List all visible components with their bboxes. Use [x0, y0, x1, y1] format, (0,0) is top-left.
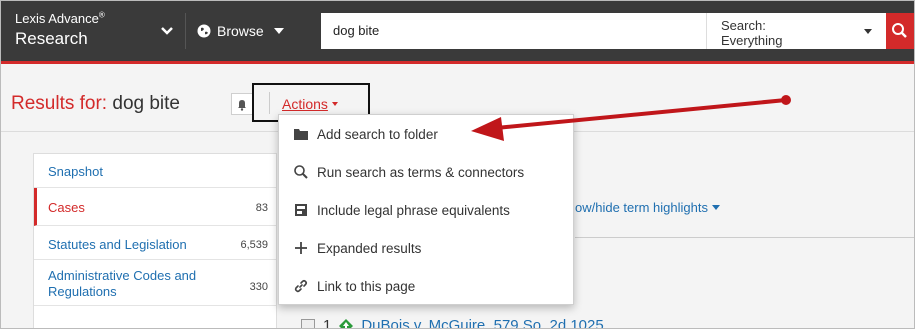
result-title-link[interactable]: DuBois v. McGuire, 579 So. 2d 1025 — [361, 317, 603, 328]
search-scope-value: Everything — [721, 33, 783, 48]
sidebar-item-count: 83 — [255, 202, 268, 214]
menu-item-label: Link to this page — [317, 278, 416, 294]
content-divider — [575, 237, 914, 238]
chevron-down-icon[interactable] — [160, 24, 174, 38]
menu-item-link-page[interactable]: Link to this page — [279, 267, 573, 305]
result-number: 1 — [323, 317, 332, 329]
browse-menu-button[interactable]: Browse — [197, 23, 284, 39]
search-scope-label: Search: — [721, 18, 766, 33]
nav-divider — [185, 13, 186, 49]
sidebar-item-label: Cases — [48, 200, 85, 215]
app-window: Lexis Advance® Research Browse dog bite … — [0, 0, 915, 329]
search-input[interactable]: dog bite — [321, 13, 706, 49]
menu-item-label: Expanded results — [317, 240, 422, 256]
brand-line1: Lexis Advance® — [15, 10, 105, 26]
sidebar-item-label: Statutes and Legislation — [48, 237, 187, 252]
sidebar-item-count: 330 — [249, 281, 268, 293]
sidebar-item-snapshot[interactable]: Snapshot — [34, 154, 276, 188]
caret-down-icon — [864, 29, 872, 34]
sidebar-item-cases[interactable]: Cases 83 — [34, 188, 276, 226]
bell-icon — [238, 100, 246, 111]
folder-icon — [294, 129, 308, 140]
search-icon — [294, 165, 308, 179]
sidebar-item-statutes[interactable]: Statutes and Legislation 6,539 — [34, 226, 276, 260]
category-sidebar: Snapshot Cases 83 Statutes and Legislati… — [33, 153, 277, 328]
result-checkbox[interactable] — [301, 318, 315, 328]
sidebar-item-admin-codes[interactable]: Administrative Codes and Regulations 330 — [34, 260, 276, 306]
menu-item-add-to-folder[interactable]: Add search to folder — [279, 115, 573, 153]
link-icon — [294, 279, 308, 293]
sidebar-item-count: 6,539 — [240, 239, 268, 251]
alert-button[interactable] — [231, 93, 253, 115]
sidebar-item-label: Administrative Codes and Regulations — [48, 268, 197, 299]
term-highlight-label: ow/hide term highlights — [575, 200, 708, 215]
browse-label: Browse — [217, 23, 264, 39]
search-button[interactable] — [886, 13, 914, 49]
top-nav-bar: Lexis Advance® Research Browse dog bite … — [1, 1, 914, 64]
actions-dropdown-menu: Add search to folder Run search as terms… — [278, 114, 574, 305]
menu-item-legal-phrase[interactable]: Include legal phrase equivalents — [279, 191, 573, 229]
menu-item-terms-connectors[interactable]: Run search as terms & connectors — [279, 153, 573, 191]
sidebar-item-label: Snapshot — [48, 164, 103, 179]
shepards-signal-icon[interactable] — [339, 318, 354, 329]
term-highlight-toggle[interactable]: ow/hide term highlights — [575, 200, 720, 215]
caret-down-icon — [711, 205, 720, 210]
caret-down-icon — [273, 28, 284, 34]
page-title: Results for: dog bite — [11, 93, 180, 114]
search-icon — [892, 23, 907, 38]
menu-item-label: Include legal phrase equivalents — [317, 202, 510, 218]
menu-item-label: Add search to folder — [317, 126, 438, 142]
menu-item-label: Run search as terms & connectors — [317, 164, 525, 180]
result-item: 1 DuBois v. McGuire, 579 So. 2d 1025 — [301, 317, 604, 329]
brand-logo[interactable]: Lexis Advance® Research — [15, 11, 105, 47]
brand-line2: Research — [15, 29, 88, 48]
globe-icon — [197, 24, 211, 38]
menu-item-expanded-results[interactable]: Expanded results — [279, 229, 573, 267]
search-scope-select[interactable]: Search: Everything — [706, 13, 886, 49]
plus-icon — [295, 242, 307, 254]
phrase-equivalents-icon — [295, 204, 307, 216]
